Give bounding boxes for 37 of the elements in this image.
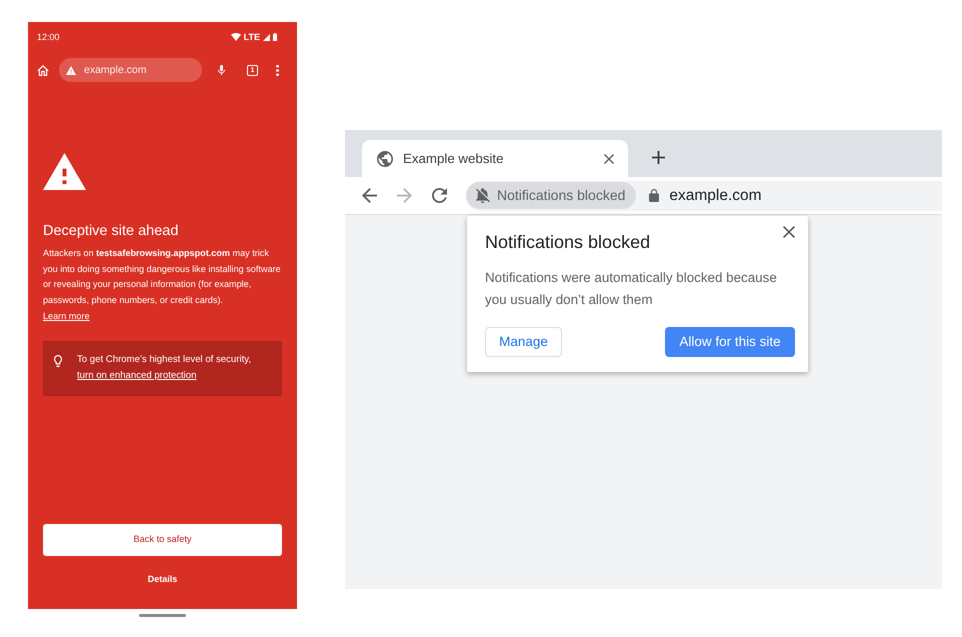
home-indicator (139, 614, 186, 617)
popup-title: Notifications blocked (485, 231, 650, 253)
warning-icon (66, 66, 76, 74)
bell-off-icon (476, 188, 490, 203)
url-text: example.com (84, 63, 146, 77)
interstitial-title: Deceptive site ahead (43, 222, 180, 240)
wifi-icon (230, 33, 241, 41)
notifications-blocked-chip[interactable]: Notifications blocked (466, 182, 636, 209)
lightbulb-icon (54, 354, 62, 367)
close-icon[interactable] (604, 154, 614, 164)
allow-button[interactable]: Allow for this site (665, 327, 795, 357)
enhanced-protection-link[interactable]: turn on enhanced protection (77, 370, 196, 381)
address-bar[interactable]: Notifications blocked example.com (466, 180, 942, 210)
url-text: example.com (669, 186, 762, 206)
lock-icon (649, 189, 660, 202)
back-arrow-icon[interactable] (362, 188, 377, 203)
more-menu-icon[interactable] (276, 64, 279, 76)
reload-icon[interactable] (432, 188, 447, 203)
tip-message: To get Chrome’s highest level of security, turn on enhanced protection (77, 352, 252, 383)
warning-icon (43, 153, 86, 190)
battery-icon (273, 33, 277, 41)
globe-icon (377, 150, 393, 166)
details-button[interactable]: Details (148, 573, 178, 585)
warning-message: Attackers on testsafebrowsing.appspot.com may trick you into doing something dangerous like installing software or revealing your personal information (for example, passwords, phone numbers, or credit cards). Learn more (43, 247, 282, 323)
microphone-icon[interactable] (218, 65, 225, 75)
learn-more-link[interactable]: Learn more (43, 310, 90, 321)
close-icon[interactable] (783, 226, 795, 238)
status-time: 12:00 (37, 31, 60, 43)
popup-message: Notifications were automatically blocked because you usually don’t allow them (485, 269, 778, 309)
address-bar[interactable]: example.com (59, 58, 202, 82)
signal-icon (263, 34, 270, 40)
network-type-label: LTE (244, 31, 260, 43)
browser-tab[interactable]: Example website (362, 140, 628, 177)
home-icon[interactable] (37, 64, 49, 76)
back-to-safety-button[interactable]: Back to safety (43, 524, 282, 556)
plus-icon[interactable] (652, 151, 665, 164)
manage-button[interactable]: Manage (485, 327, 562, 357)
